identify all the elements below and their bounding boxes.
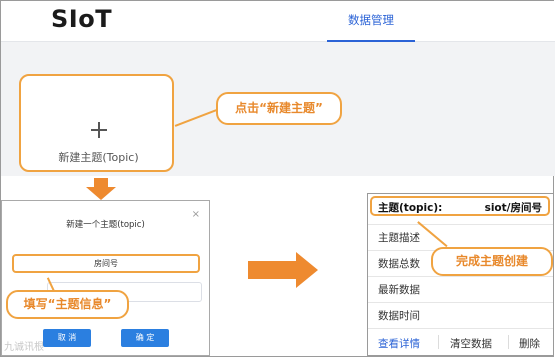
view-details-link[interactable]: 查看详情: [378, 336, 420, 351]
topic-value: siot/房间号: [484, 202, 542, 214]
divider: [438, 335, 439, 349]
divider: [508, 335, 509, 349]
siot-app: SIoT 数据管理 新建主题(Topic): [1, 1, 555, 176]
detail-row: 最新数据: [368, 276, 553, 301]
create-topic-dialog: 新建一个主题(topic) × 房间号 取 消 确 定: [1, 200, 210, 356]
plus-icon: [91, 122, 107, 138]
cancel-button[interactable]: 取 消: [43, 329, 91, 347]
row-label: 数据时间: [378, 310, 420, 322]
callout-click-new-topic: 点击“新建主题”: [216, 92, 342, 125]
detail-row: 数据时间: [368, 302, 553, 327]
topic-header: 主题(topic): siot/房间号: [370, 196, 550, 216]
watermark: 九诚讯根: [4, 342, 44, 353]
dialog-title: 新建一个主题(topic): [66, 220, 145, 230]
row-label: 主题描述: [378, 232, 420, 244]
close-icon[interactable]: ×: [192, 209, 200, 220]
topic-name-value: 房间号: [94, 259, 118, 268]
tab-data-management-label: 数据管理: [348, 13, 394, 27]
top-navbar: SIoT 数据管理: [1, 1, 555, 42]
topic-key: 主题(topic):: [378, 202, 443, 214]
confirm-button[interactable]: 确 定: [121, 329, 169, 347]
topic-name-input[interactable]: 房间号: [12, 254, 200, 273]
row-label: 最新数据: [378, 284, 420, 296]
callout-topic-created: 完成主题创建: [431, 247, 553, 276]
tab-data-management[interactable]: 数据管理: [327, 12, 415, 42]
row-label: 数据总数: [378, 258, 420, 270]
new-topic-label: 新建主题(Topic): [58, 151, 139, 164]
detail-actions: 查看详情 清空数据 删除: [368, 328, 553, 356]
down-arrow-icon: [86, 178, 116, 200]
right-arrow-icon: [248, 252, 318, 288]
clear-data-link[interactable]: 清空数据: [450, 336, 492, 351]
siot-logo: SIoT: [51, 5, 113, 33]
new-topic-card[interactable]: 新建主题(Topic): [19, 74, 174, 172]
active-tab-underline: [327, 40, 415, 42]
delete-link[interactable]: 删除: [519, 336, 540, 351]
detail-row: 主题描述: [368, 224, 553, 249]
callout-fill-topic-info: 填写“主题信息”: [6, 290, 129, 319]
